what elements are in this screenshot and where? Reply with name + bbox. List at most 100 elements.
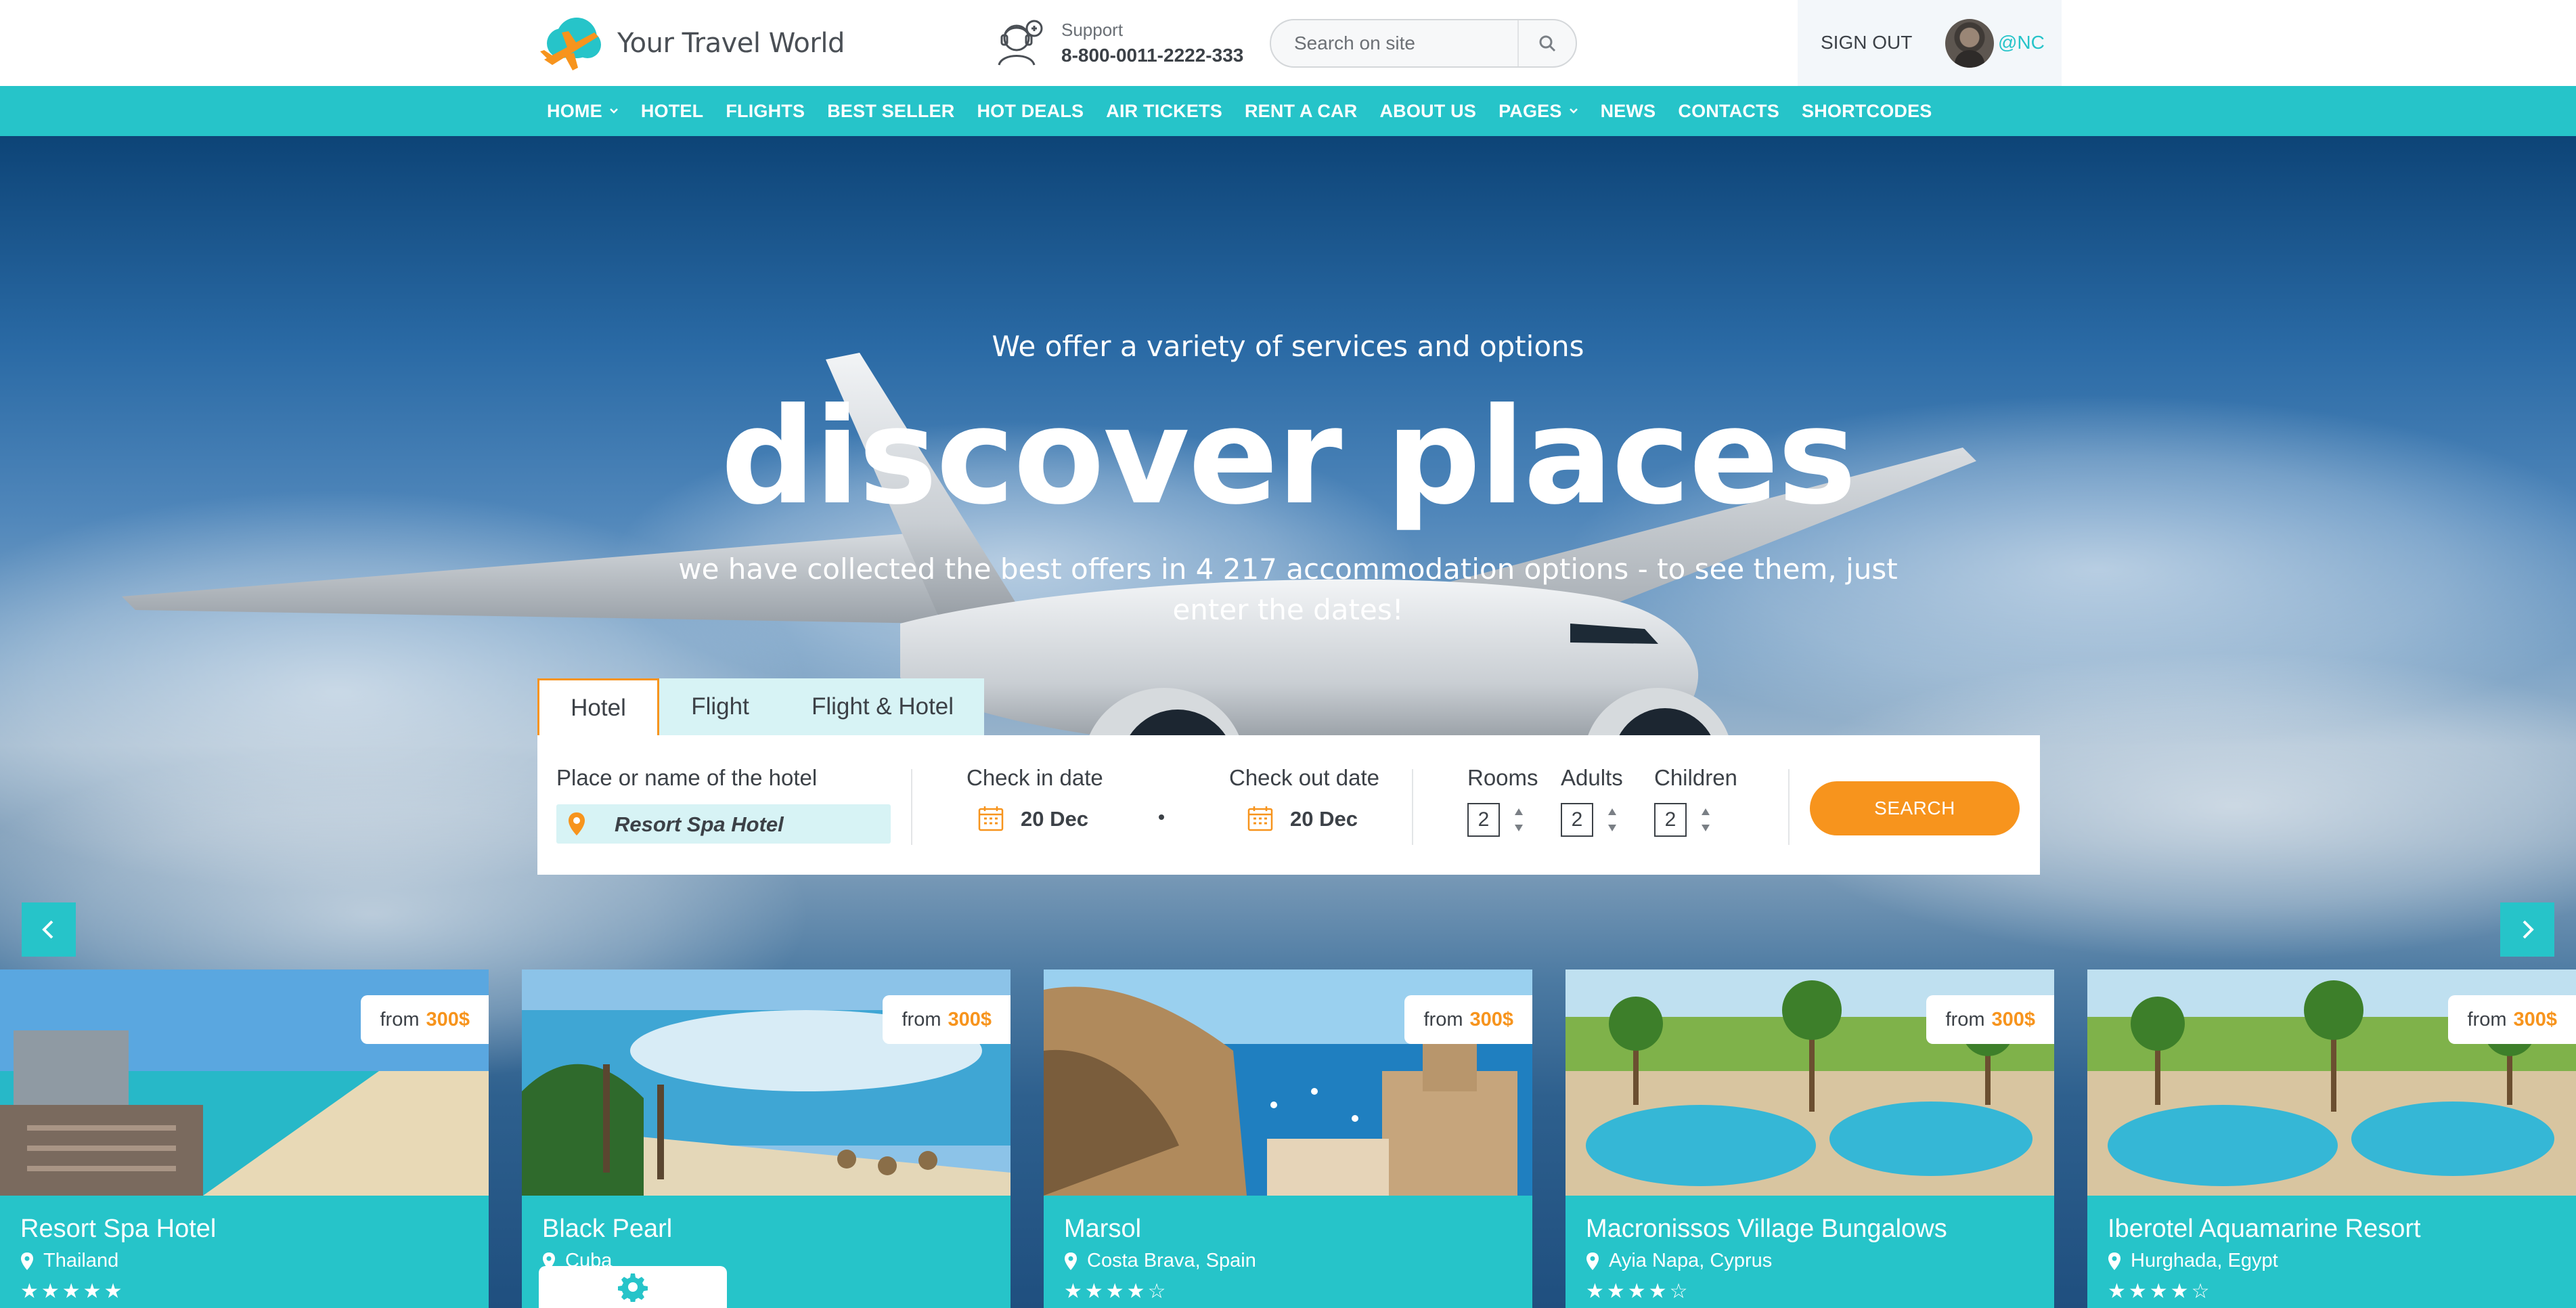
hotel-location: Costa Brava, Spain — [1064, 1250, 1256, 1272]
nav-item-label: HOTEL — [640, 100, 704, 121]
nav-item-label: CONTACTS — [1678, 100, 1779, 121]
price-tag: from 300$ — [1404, 995, 1532, 1044]
nav-list: HOME HOTEL FLIGHTS BEST SELLER HOT DEALS AIR … — [547, 86, 1955, 136]
star-rating: ★★★★☆ — [2108, 1280, 2213, 1303]
booking-tabs: Hotel Flight Flight & Hotel — [537, 678, 984, 735]
nav-item-about-us[interactable]: ABOUT US — [1379, 101, 1476, 122]
booking-form: Place or name of the hotel Resort Spa Ho… — [537, 735, 2040, 875]
divider — [911, 769, 912, 845]
adults-stepper[interactable] — [1605, 804, 1619, 835]
slider-next-button[interactable] — [2500, 902, 2554, 957]
hotel-name[interactable]: Resort Spa Hotel — [20, 1215, 216, 1244]
divider — [1788, 769, 1790, 845]
site-logo[interactable]: Your Travel World — [535, 12, 845, 74]
settings-widget-button[interactable] — [539, 1266, 727, 1308]
search-button[interactable] — [1517, 20, 1576, 66]
rooms-stepper[interactable] — [1512, 804, 1526, 835]
star-rating: ★★★★☆ — [1064, 1280, 1169, 1303]
nav-item-news[interactable]: NEWS — [1601, 101, 1656, 122]
support-phone[interactable]: 8-800-0011-2222-333 — [1061, 45, 1243, 66]
tab-flight[interactable]: Flight — [659, 678, 781, 735]
price-prefix: from — [1945, 1008, 1985, 1030]
search-icon — [1539, 35, 1556, 52]
search-submit-button[interactable]: SEARCH — [1810, 781, 2020, 835]
hotel-name[interactable]: Marsol — [1064, 1215, 1141, 1244]
support-agent-icon — [998, 20, 1043, 66]
children-stepper[interactable] — [1699, 804, 1712, 835]
avatar[interactable] — [1945, 19, 1994, 68]
children-label: Children — [1654, 765, 1737, 790]
adults-input[interactable]: 2 — [1561, 803, 1593, 837]
nav-item-flights[interactable]: FLIGHTS — [726, 101, 805, 122]
chevron-left-icon — [42, 920, 53, 939]
nav-item-rent-a-car[interactable]: RENT A CAR — [1245, 101, 1358, 122]
hotel-location: Thailand — [20, 1250, 118, 1272]
slider-prev-button[interactable] — [22, 902, 76, 957]
hotel-card[interactable]: from 300$ Macronissos Village Bungalows … — [1565, 969, 2054, 1308]
adults-label: Adults — [1561, 765, 1623, 790]
checkin-value[interactable]: 20 Dec — [1021, 807, 1088, 831]
hotel-name[interactable]: Black Pearl — [542, 1215, 672, 1244]
hotel-card[interactable]: from 300$ Marsol Costa Brava, Spain ★★★★… — [1044, 969, 1532, 1308]
nav-item-shortcodes[interactable]: SHORTCODES — [1802, 101, 1932, 122]
hotel-info: Resort Spa Hotel Thailand ★★★★★ — [0, 1196, 489, 1308]
nav-item-label: HOME — [547, 100, 602, 121]
hotel-card[interactable]: from 300$ Resort Spa Hotel Thailand ★★★★… — [0, 969, 489, 1308]
hotel-location-text: Hurghada, Egypt — [2131, 1250, 2278, 1271]
calendar-icon[interactable] — [977, 805, 1004, 832]
checkin-label: Check in date — [967, 765, 1103, 790]
nav-item-hot-deals[interactable]: HOT DEALS — [977, 101, 1084, 122]
nav-item-contacts[interactable]: CONTACTS — [1678, 101, 1779, 122]
star-rating: ★★★★☆ — [1586, 1280, 1691, 1303]
hotel-card[interactable]: from 300$ Iberotel Aquamarine Resort Hur… — [2087, 969, 2576, 1308]
map-pin-icon — [21, 1252, 33, 1270]
map-pin-icon — [569, 812, 585, 835]
map-pin-icon — [1586, 1252, 1599, 1270]
map-pin-icon — [2108, 1252, 2120, 1270]
username-link[interactable]: @NC — [1998, 32, 2045, 53]
price-tag: from 300$ — [361, 995, 489, 1044]
nav-item-label: BEST SELLER — [827, 100, 955, 121]
price-amount: 300$ — [1991, 1008, 2035, 1030]
nav-item-home[interactable]: HOME — [547, 101, 619, 122]
nav-item-hotel[interactable]: HOTEL — [641, 101, 704, 122]
calendar-icon[interactable] — [1247, 805, 1274, 832]
nav-item-label: ABOUT US — [1379, 100, 1477, 121]
hotel-location: Ayia Napa, Cyprus — [1586, 1250, 1772, 1272]
hero-title: discover places — [720, 380, 1857, 534]
checkout-value[interactable]: 20 Dec — [1290, 807, 1358, 831]
nav-item-air-tickets[interactable]: AIR TICKETS — [1106, 101, 1222, 122]
place-label: Place or name of the hotel — [556, 765, 818, 790]
search-input[interactable] — [1294, 28, 1517, 58]
hotel-name[interactable]: Iberotel Aquamarine Resort — [2108, 1215, 2421, 1244]
hotel-location-text: Ayia Napa, Cyprus — [1609, 1250, 1773, 1271]
tab-hotel[interactable]: Hotel — [537, 678, 659, 735]
price-amount: 300$ — [1469, 1008, 1513, 1030]
nav-item-label: FLIGHTS — [726, 100, 805, 121]
rooms-label: Rooms — [1467, 765, 1538, 790]
price-amount: 300$ — [426, 1008, 470, 1030]
hotel-info: Macronissos Village Bungalows Ayia Napa,… — [1565, 1196, 2054, 1308]
nav-item-label: PAGES — [1498, 100, 1562, 121]
nav-item-best-seller[interactable]: BEST SELLER — [827, 101, 954, 122]
nav-item-pages[interactable]: PAGES — [1498, 101, 1578, 122]
date-separator — [1159, 814, 1164, 820]
hotel-name[interactable]: Macronissos Village Bungalows — [1586, 1215, 1947, 1244]
support-contact[interactable]: Support 8-800-0011-2222-333 — [996, 18, 1243, 68]
rooms-input[interactable]: 2 — [1467, 803, 1500, 837]
hero-subtitle: we have collected the best offers in 4 2… — [678, 552, 1898, 626]
gear-icon — [618, 1273, 648, 1302]
children-input[interactable]: 2 — [1654, 803, 1687, 837]
price-prefix: from — [902, 1008, 941, 1030]
place-field[interactable]: Resort Spa Hotel — [556, 804, 891, 844]
tab-flight-hotel[interactable]: Flight & Hotel — [781, 678, 984, 735]
hotel-location: Hurghada, Egypt — [2108, 1250, 2278, 1272]
site-search — [1270, 19, 1577, 68]
price-tag: from 300$ — [2448, 995, 2576, 1044]
nav-item-label: NEWS — [1600, 100, 1656, 121]
checkout-label: Check out date — [1229, 765, 1379, 790]
nav-item-label: SHORTCODES — [1802, 100, 1932, 121]
sign-out-link[interactable]: SIGN OUT — [1821, 32, 1912, 53]
price-amount: 300$ — [948, 1008, 992, 1030]
hotel-card[interactable]: from 300$ Black Pearl Cuba — [522, 969, 1011, 1308]
